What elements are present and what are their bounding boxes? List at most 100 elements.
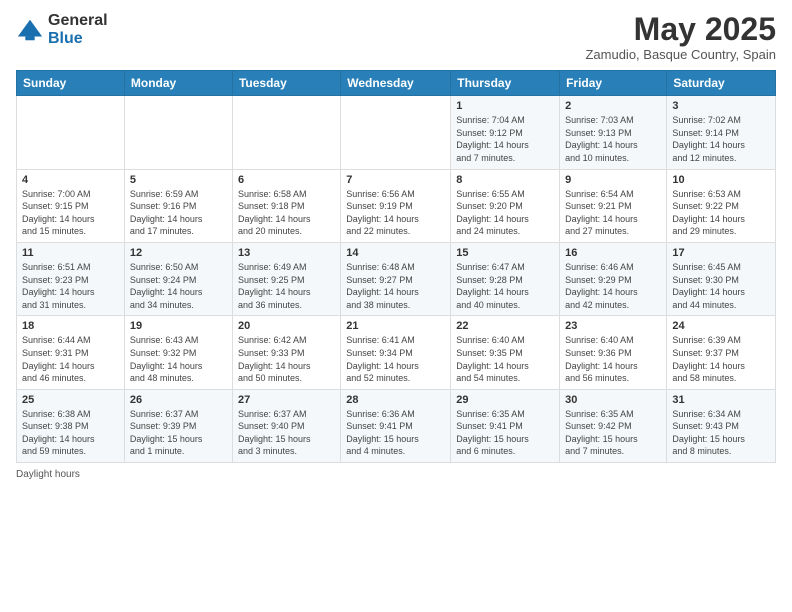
location: Zamudio, Basque Country, Spain [585, 47, 776, 62]
calendar-week-row: 4 Sunrise: 7:00 AM Sunset: 9:15 PM Daylig… [17, 169, 776, 242]
day-number: 31 [672, 394, 770, 406]
day-info: Sunrise: 6:49 AM Sunset: 9:25 PM Dayligh… [238, 261, 335, 311]
logo-general: General [48, 12, 108, 30]
day-number: 10 [672, 174, 770, 186]
calendar-day-header: Tuesday [232, 71, 340, 96]
calendar-cell: 29 Sunrise: 6:35 AM Sunset: 9:41 PM Dayli… [451, 389, 560, 462]
calendar-day-header: Monday [124, 71, 232, 96]
logo: General Blue [16, 12, 108, 47]
day-info: Sunrise: 6:37 AM Sunset: 9:39 PM Dayligh… [130, 408, 227, 458]
day-info: Sunrise: 6:39 AM Sunset: 9:37 PM Dayligh… [672, 334, 770, 384]
calendar-week-row: 25 Sunrise: 6:38 AM Sunset: 9:38 PM Dayli… [17, 389, 776, 462]
day-number: 17 [672, 247, 770, 259]
calendar-cell: 22Sunrise: 6:40 AM Sunset: 9:35 PM Dayli… [451, 316, 560, 389]
day-info: Sunrise: 6:47 AM Sunset: 9:28 PM Dayligh… [456, 261, 554, 311]
calendar-cell: 3Sunrise: 7:02 AM Sunset: 9:14 PM Daylig… [667, 96, 776, 169]
logo-blue: Blue [48, 30, 108, 48]
day-info: Sunrise: 6:51 AM Sunset: 9:23 PM Dayligh… [22, 261, 119, 311]
day-info: Sunrise: 6:48 AM Sunset: 9:27 PM Dayligh… [346, 261, 445, 311]
calendar-cell: 12Sunrise: 6:50 AM Sunset: 9:24 PM Dayli… [124, 242, 232, 315]
footer-text: Daylight hours [16, 469, 80, 480]
day-info: Sunrise: 6:53 AM Sunset: 9:22 PM Dayligh… [672, 188, 770, 238]
day-number: 18 [22, 320, 119, 332]
day-number: 8 [456, 174, 554, 186]
day-number: 25 [22, 394, 119, 406]
calendar-week-row: 18 Sunrise: 6:44 AM Sunset: 9:31 PM Dayli… [17, 316, 776, 389]
calendar-cell [232, 96, 340, 169]
day-number: 1 [456, 100, 554, 112]
day-number: 7 [346, 174, 445, 186]
day-number: 14 [346, 247, 445, 259]
day-number: 2 [565, 100, 661, 112]
day-number: 26 [130, 394, 227, 406]
day-info: Sunrise: 6:54 AM Sunset: 9:21 PM Dayligh… [565, 188, 661, 238]
day-info: Sunrise: 6:56 AM Sunset: 9:19 PM Dayligh… [346, 188, 445, 238]
logo-text: General Blue [48, 12, 108, 47]
calendar-cell: 23 Sunrise: 6:40 AM Sunset: 9:36 PM Dayli… [560, 316, 667, 389]
day-info: Sunrise: 7:04 AM Sunset: 9:12 PM Dayligh… [456, 114, 554, 164]
calendar-week-row: 1 Sunrise: 7:04 AM Sunset: 9:12 PM Daylig… [17, 96, 776, 169]
day-info: Sunrise: 6:58 AM Sunset: 9:18 PM Dayligh… [238, 188, 335, 238]
day-info: Sunrise: 7:02 AM Sunset: 9:14 PM Dayligh… [672, 114, 770, 164]
calendar-cell: 18 Sunrise: 6:44 AM Sunset: 9:31 PM Dayli… [17, 316, 125, 389]
day-info: Sunrise: 6:35 AM Sunset: 9:42 PM Dayligh… [565, 408, 661, 458]
day-info: Sunrise: 6:46 AM Sunset: 9:29 PM Dayligh… [565, 261, 661, 311]
calendar-cell: 1 Sunrise: 7:04 AM Sunset: 9:12 PM Daylig… [451, 96, 560, 169]
calendar-cell: 8 Sunrise: 6:55 AM Sunset: 9:20 PM Daylig… [451, 169, 560, 242]
day-number: 6 [238, 174, 335, 186]
calendar-cell: 24 Sunrise: 6:39 AM Sunset: 9:37 PM Dayli… [667, 316, 776, 389]
calendar-week-row: 11 Sunrise: 6:51 AM Sunset: 9:23 PM Dayli… [17, 242, 776, 315]
day-info: Sunrise: 7:00 AM Sunset: 9:15 PM Dayligh… [22, 188, 119, 238]
calendar-cell: 16Sunrise: 6:46 AM Sunset: 9:29 PM Dayli… [560, 242, 667, 315]
day-number: 9 [565, 174, 661, 186]
calendar-header-row: SundayMondayTuesdayWednesdayThursdayFrid… [17, 71, 776, 96]
calendar-day-header: Friday [560, 71, 667, 96]
day-number: 5 [130, 174, 227, 186]
calendar-cell: 9 Sunrise: 6:54 AM Sunset: 9:21 PM Daylig… [560, 169, 667, 242]
day-info: Sunrise: 6:43 AM Sunset: 9:32 PM Dayligh… [130, 334, 227, 384]
day-info: Sunrise: 6:59 AM Sunset: 9:16 PM Dayligh… [130, 188, 227, 238]
calendar-cell: 4 Sunrise: 7:00 AM Sunset: 9:15 PM Daylig… [17, 169, 125, 242]
day-number: 22 [456, 320, 554, 332]
calendar-cell: 28Sunrise: 6:36 AM Sunset: 9:41 PM Dayli… [341, 389, 451, 462]
calendar-cell: 17 Sunrise: 6:45 AM Sunset: 9:30 PM Dayli… [667, 242, 776, 315]
day-number: 19 [130, 320, 227, 332]
month-title: May 2025 [585, 12, 776, 47]
day-number: 24 [672, 320, 770, 332]
day-number: 11 [22, 247, 119, 259]
calendar-day-header: Thursday [451, 71, 560, 96]
calendar-day-header: Saturday [667, 71, 776, 96]
day-info: Sunrise: 6:40 AM Sunset: 9:36 PM Dayligh… [565, 334, 661, 384]
day-number: 23 [565, 320, 661, 332]
calendar-cell: 31Sunrise: 6:34 AM Sunset: 9:43 PM Dayli… [667, 389, 776, 462]
day-number: 20 [238, 320, 335, 332]
footer: Daylight hours [16, 469, 776, 480]
title-section: May 2025 Zamudio, Basque Country, Spain [585, 12, 776, 62]
day-info: Sunrise: 7:03 AM Sunset: 9:13 PM Dayligh… [565, 114, 661, 164]
calendar-cell: 26 Sunrise: 6:37 AM Sunset: 9:39 PM Dayli… [124, 389, 232, 462]
calendar-cell: 2 Sunrise: 7:03 AM Sunset: 9:13 PM Daylig… [560, 96, 667, 169]
day-info: Sunrise: 6:35 AM Sunset: 9:41 PM Dayligh… [456, 408, 554, 458]
day-info: Sunrise: 6:44 AM Sunset: 9:31 PM Dayligh… [22, 334, 119, 384]
logo-icon [16, 16, 44, 44]
calendar-cell: 6 Sunrise: 6:58 AM Sunset: 9:18 PM Daylig… [232, 169, 340, 242]
day-info: Sunrise: 6:38 AM Sunset: 9:38 PM Dayligh… [22, 408, 119, 458]
calendar-cell: 5 Sunrise: 6:59 AM Sunset: 9:16 PM Daylig… [124, 169, 232, 242]
day-info: Sunrise: 6:45 AM Sunset: 9:30 PM Dayligh… [672, 261, 770, 311]
calendar-cell: 13Sunrise: 6:49 AM Sunset: 9:25 PM Dayli… [232, 242, 340, 315]
calendar-table: SundayMondayTuesdayWednesdayThursdayFrid… [16, 70, 776, 463]
calendar-cell: 7 Sunrise: 6:56 AM Sunset: 9:19 PM Daylig… [341, 169, 451, 242]
calendar-cell: 19 Sunrise: 6:43 AM Sunset: 9:32 PM Dayli… [124, 316, 232, 389]
calendar-cell: 27 Sunrise: 6:37 AM Sunset: 9:40 PM Dayli… [232, 389, 340, 462]
calendar-cell [17, 96, 125, 169]
calendar-cell: 25 Sunrise: 6:38 AM Sunset: 9:38 PM Dayli… [17, 389, 125, 462]
day-info: Sunrise: 6:55 AM Sunset: 9:20 PM Dayligh… [456, 188, 554, 238]
calendar-cell: 11 Sunrise: 6:51 AM Sunset: 9:23 PM Dayli… [17, 242, 125, 315]
day-number: 27 [238, 394, 335, 406]
day-info: Sunrise: 6:37 AM Sunset: 9:40 PM Dayligh… [238, 408, 335, 458]
calendar-day-header: Wednesday [341, 71, 451, 96]
calendar-cell: 15Sunrise: 6:47 AM Sunset: 9:28 PM Dayli… [451, 242, 560, 315]
day-number: 4 [22, 174, 119, 186]
day-number: 29 [456, 394, 554, 406]
day-number: 21 [346, 320, 445, 332]
